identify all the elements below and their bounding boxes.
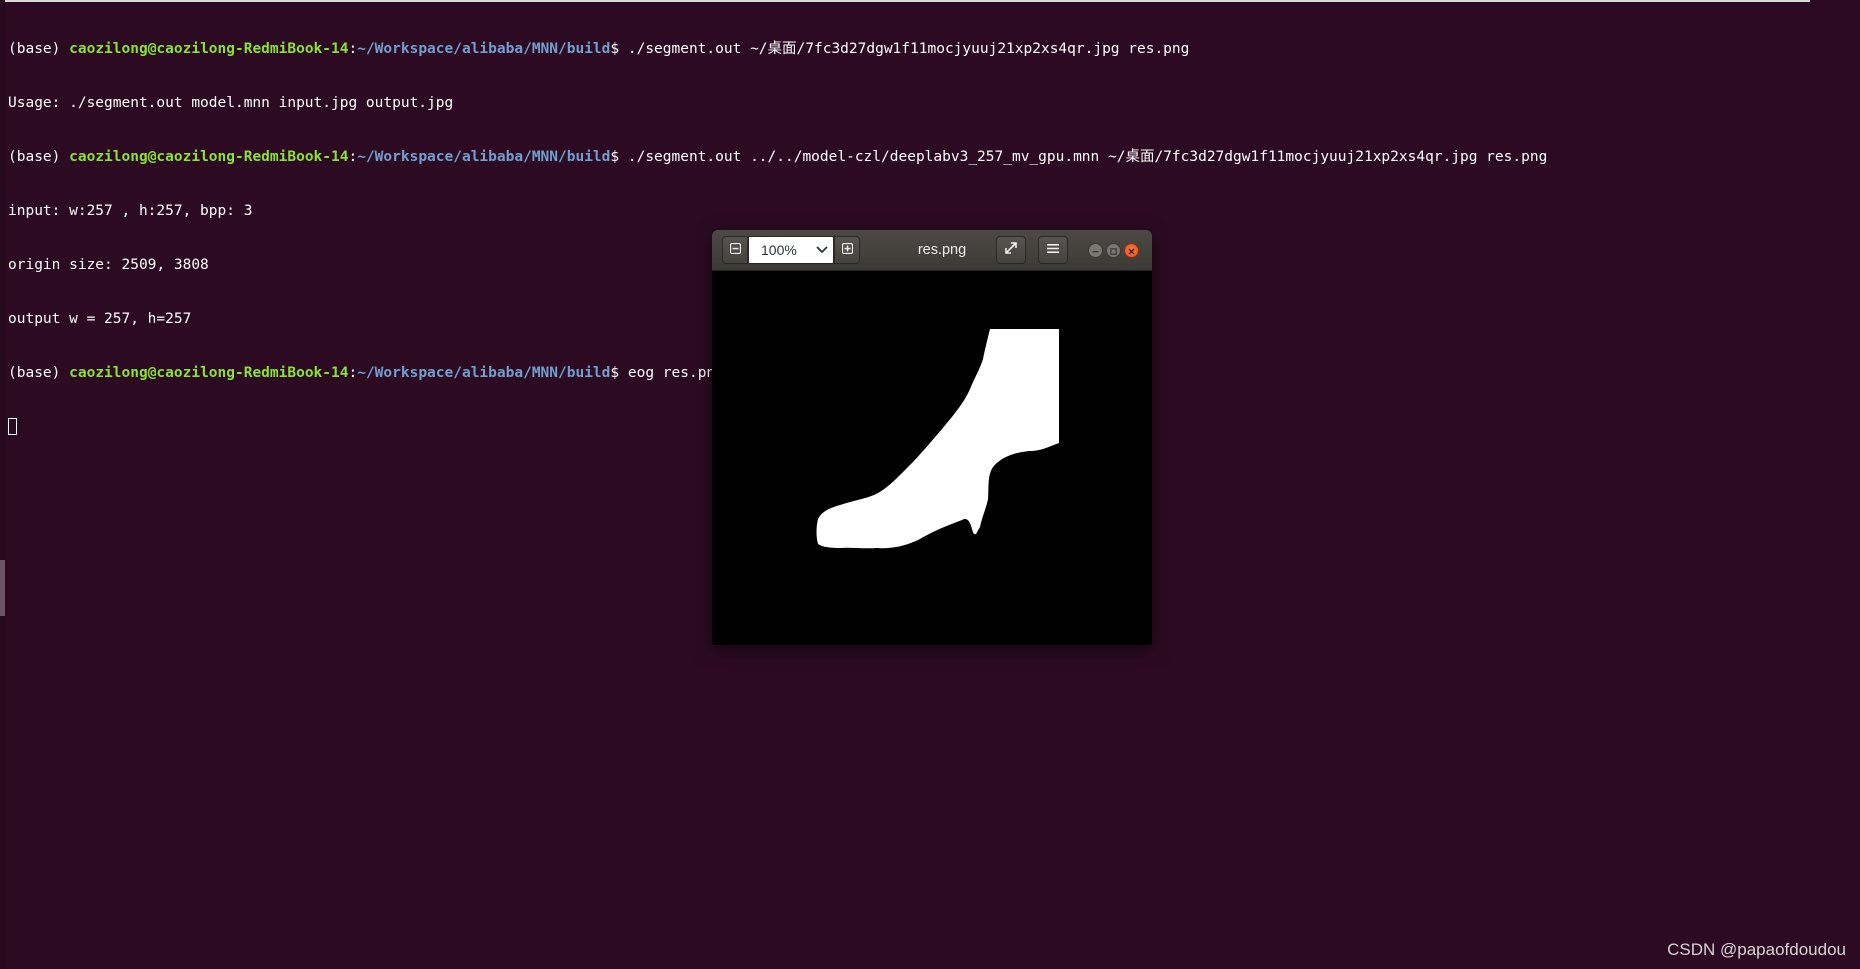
zoom-level-value[interactable]: 100% [761, 241, 811, 259]
terminal-line: (base) caozilong@caozilong-RedmiBook-14:… [8, 149, 1548, 165]
close-icon [1128, 242, 1135, 260]
terminal-left-edge [0, 0, 5, 969]
prompt-path: ~/Workspace/alibaba/MNN/build [357, 365, 611, 381]
zoom-in-button[interactable] [834, 236, 860, 264]
viewer-titlebar[interactable]: 100% res.png [712, 230, 1152, 271]
terminal-window[interactable]: (base) caozilong@caozilong-RedmiBook-14:… [0, 0, 1860, 969]
minimize-button[interactable] [1088, 243, 1103, 258]
viewer-title: res.png [917, 242, 967, 258]
hamburger-menu-icon [1047, 241, 1059, 259]
minimize-icon [1092, 242, 1099, 260]
maximize-icon [1110, 242, 1117, 260]
terminal-line: (base) caozilong@caozilong-RedmiBook-14:… [8, 41, 1190, 57]
menu-button[interactable] [1038, 236, 1068, 264]
minus-icon [729, 241, 741, 259]
prompt-env: (base) [8, 149, 61, 165]
segmentation-mask-image [712, 271, 1152, 645]
prompt-env: (base) [8, 41, 61, 57]
zoom-out-button[interactable] [722, 236, 748, 264]
image-viewer-window[interactable]: 100% res.png [712, 230, 1152, 645]
prompt-user-host: caozilong@caozilong-RedmiBook-14 [69, 149, 349, 165]
prompt-path: ~/Workspace/alibaba/MNN/build [357, 149, 611, 165]
terminal-cursor [8, 418, 17, 435]
terminal-line: input: w:257 , h:257, bpp: 3 [8, 203, 253, 219]
prompt-user-host: caozilong@caozilong-RedmiBook-14 [69, 365, 349, 381]
chevron-down-icon[interactable] [811, 246, 833, 254]
fullscreen-icon [1004, 241, 1018, 260]
zoom-level-dropdown[interactable]: 100% [748, 236, 834, 264]
scrollbar-thumb[interactable] [0, 560, 5, 616]
window-top-border [0, 0, 1810, 2]
terminal-line: Usage: ./segment.out model.mnn input.jpg… [8, 95, 454, 111]
prompt-env: (base) [8, 365, 61, 381]
prompt-user-host: caozilong@caozilong-RedmiBook-14 [69, 41, 349, 57]
prompt-path: ~/Workspace/alibaba/MNN/build [357, 41, 611, 57]
plus-icon [841, 241, 853, 259]
fullscreen-button[interactable] [996, 236, 1026, 264]
command-text: ./segment.out ../../model-czl/deeplabv3_… [627, 149, 1548, 165]
command-text: eog res.png [627, 365, 724, 381]
image-canvas[interactable] [712, 271, 1152, 645]
maximize-button[interactable] [1106, 243, 1121, 258]
close-button[interactable] [1124, 243, 1139, 258]
command-text: ./segment.out ~/桌面/7fc3d27dgw1f11mocjyuu… [627, 41, 1190, 57]
csdn-watermark: CSDN @papaofdoudou [1667, 940, 1846, 959]
